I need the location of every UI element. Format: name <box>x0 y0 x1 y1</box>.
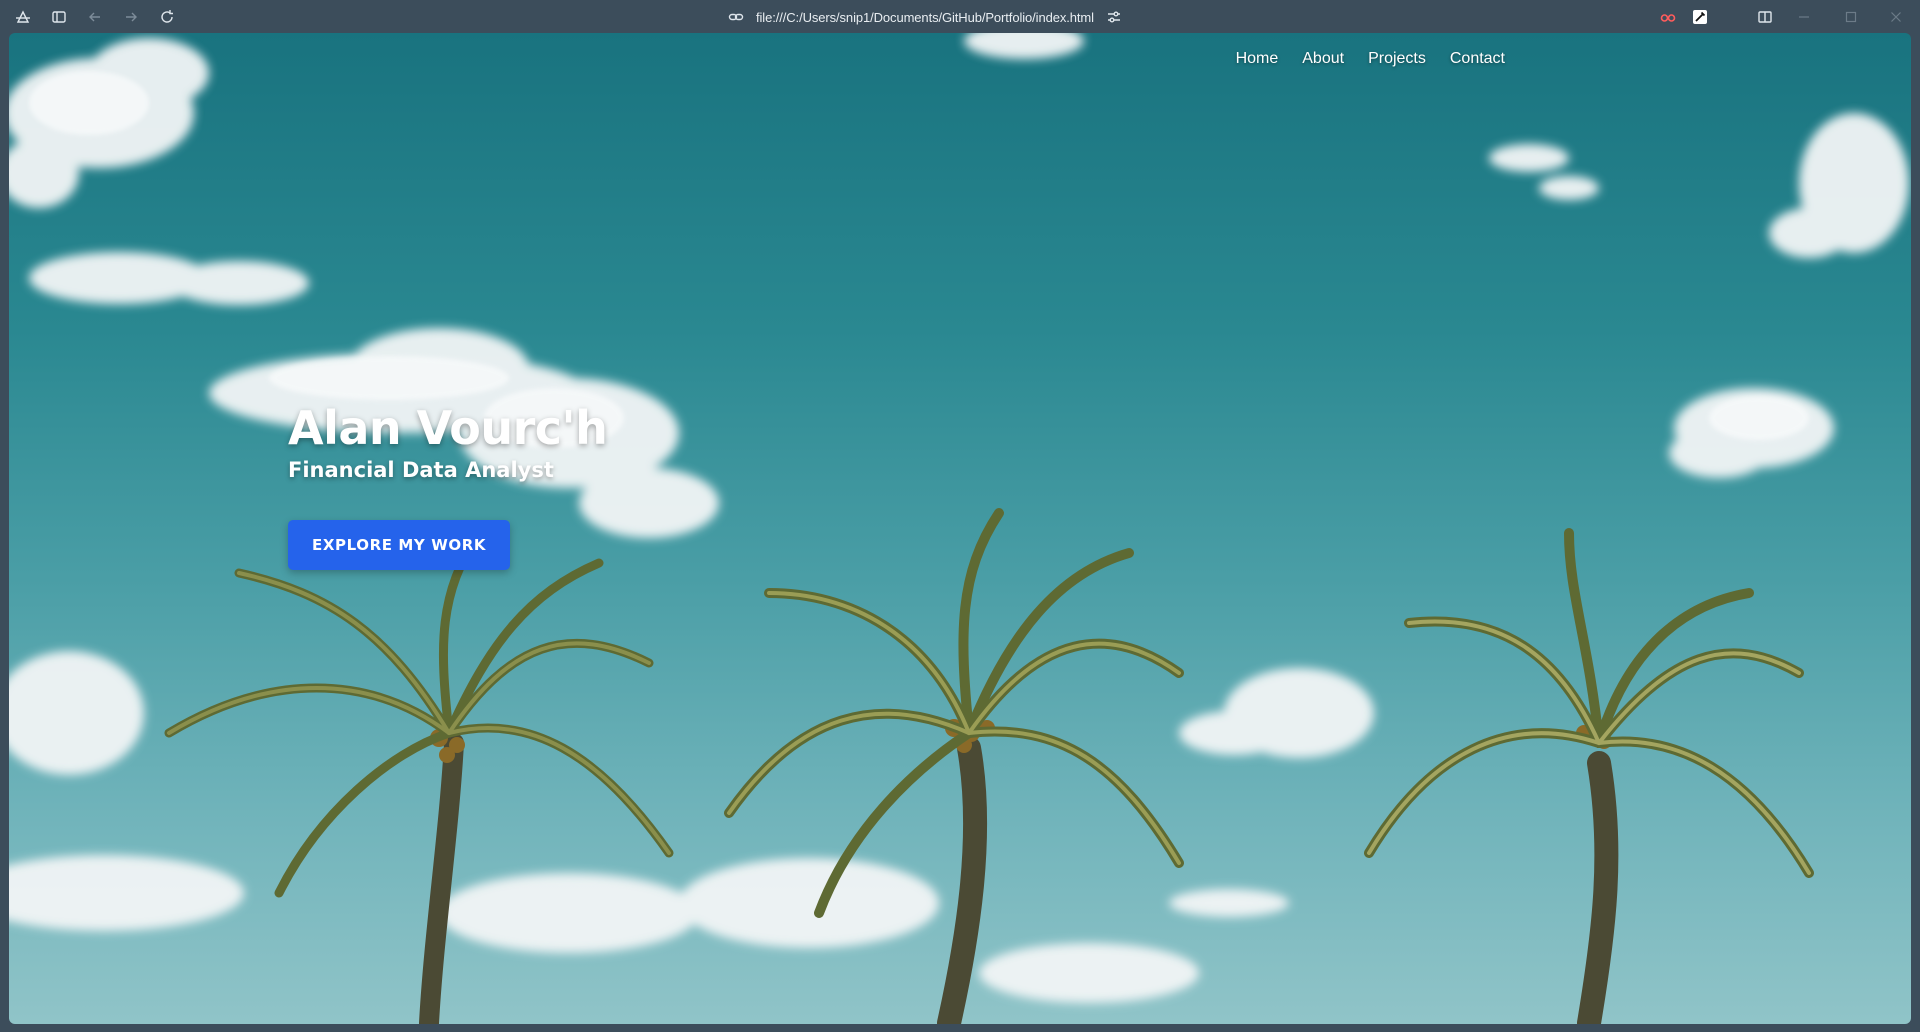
maximize-icon[interactable] <box>1841 7 1861 27</box>
extension-pen-icon[interactable] <box>1690 7 1710 27</box>
page-viewport: Home About Projects Contact Alan Vourc'h… <box>9 33 1911 1024</box>
nav-item-about[interactable]: About <box>1302 50 1344 68</box>
url-text[interactable]: file:///C:/Users/snip1/Documents/GitHub/… <box>756 10 1094 25</box>
reload-icon[interactable] <box>157 7 177 27</box>
back-icon[interactable] <box>85 7 105 27</box>
extension-moon-icon[interactable] <box>1718 7 1738 27</box>
browser-toolbar: file:///C:/Users/snip1/Documents/GitHub/… <box>0 0 1920 33</box>
hero-section: Alan Vourc'h Financial Data Analyst Expl… <box>288 400 608 570</box>
extension-glasses-icon[interactable] <box>1658 7 1678 27</box>
link-icon <box>728 9 744 25</box>
hero-subtitle: Financial Data Analyst <box>288 458 554 482</box>
hero-title: Alan Vourc'h <box>288 401 608 455</box>
site-settings-icon[interactable] <box>1106 9 1122 25</box>
forward-icon[interactable] <box>121 7 141 27</box>
main-nav: Home About Projects Contact <box>1236 50 1505 68</box>
nav-item-contact[interactable]: Contact <box>1450 50 1505 68</box>
nav-item-home[interactable]: Home <box>1236 50 1279 68</box>
minimize-icon[interactable] <box>1794 7 1814 27</box>
nav-item-projects[interactable]: Projects <box>1368 50 1426 68</box>
split-view-icon[interactable] <box>1755 7 1775 27</box>
address-bar[interactable]: file:///C:/Users/snip1/Documents/GitHub/… <box>728 6 1122 28</box>
close-icon[interactable] <box>1886 7 1906 27</box>
workspaces-icon[interactable] <box>13 7 33 27</box>
sidebar-icon[interactable] <box>49 7 69 27</box>
explore-my-work-button[interactable]: Explore My Work <box>288 520 511 570</box>
